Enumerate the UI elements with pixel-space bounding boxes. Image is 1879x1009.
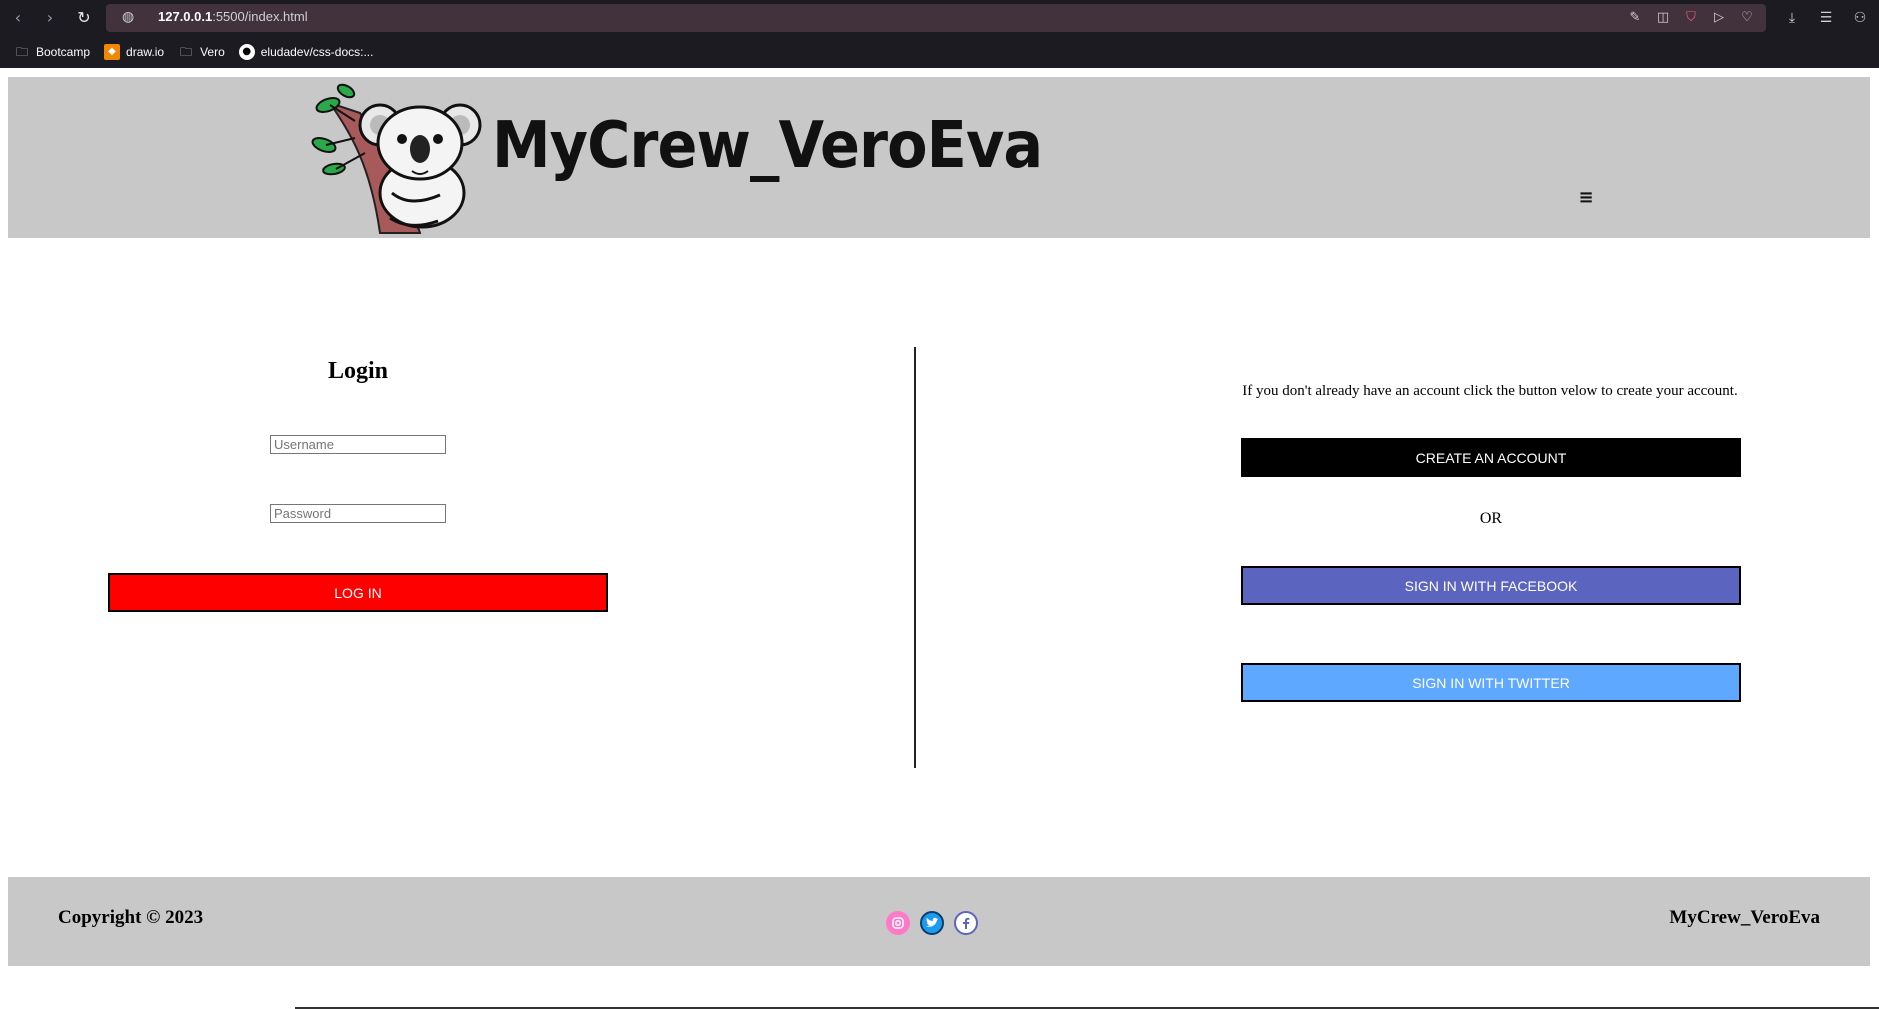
globe-icon: ◍ — [122, 9, 135, 25]
send-icon[interactable]: ▷ — [1710, 8, 1728, 28]
instagram-icon[interactable] — [886, 911, 910, 935]
github-icon: ● — [238, 44, 255, 60]
edit-icon[interactable]: ✎ — [1626, 8, 1644, 28]
menu-lines-icon[interactable]: ☰ — [1817, 8, 1835, 28]
twitter-signin-button[interactable]: SIGN IN WITH TWITTER — [1241, 663, 1741, 702]
create-account-info: If you don't already have an account cli… — [1242, 383, 1738, 399]
koala-on-tree-icon — [311, 83, 482, 234]
facebook-icon[interactable] — [954, 911, 978, 935]
column-divider — [914, 347, 916, 768]
bookmark-drawio[interactable]: ◆ draw.io — [104, 44, 164, 60]
login-title: Login — [327, 358, 389, 384]
download-icon[interactable]: ⤓ — [1783, 8, 1801, 28]
bookmark-css-docs[interactable]: ● eludadev/css-docs:... — [238, 44, 373, 60]
folder-icon: 🗀 — [180, 45, 193, 59]
username-input[interactable] — [270, 435, 446, 454]
url-actions: ✎ ◫ ⛉ ▷ ♡ — [1626, 8, 1756, 28]
reload-icon[interactable]: ↻ — [74, 8, 94, 28]
page-viewport: MyCrew_VeroEva ≡ Login LOG IN If you don… — [0, 68, 1879, 1009]
login-button[interactable]: LOG IN — [108, 573, 608, 612]
back-icon[interactable]: ‹ — [8, 8, 28, 28]
site-brand-title: MyCrew_VeroEva — [492, 109, 1043, 183]
social-links — [886, 911, 978, 935]
bookmarks-bar: 🗀 Bootcamp ◆ draw.io 🗀 Vero ● eludadev/c… — [0, 36, 1879, 68]
drawio-icon: ◆ — [104, 44, 121, 60]
copyright-text: Copyright © 2023 — [58, 907, 204, 928]
create-account-button[interactable]: CREATE AN ACCOUNT — [1241, 438, 1741, 477]
browser-toolbar: ‹ › ↻ ◍ 127.0.0.1:5500/index.html ✎ ◫ ⛉ … — [0, 0, 1879, 36]
address-bar[interactable]: ◍ 127.0.0.1:5500/index.html ✎ ◫ ⛉ ▷ ♡ — [106, 4, 1766, 32]
or-separator: OR — [1479, 510, 1503, 527]
pocket-icon[interactable]: ⛉ — [1682, 8, 1700, 28]
bookmark-bootcamp[interactable]: 🗀 Bootcamp — [14, 44, 90, 60]
folder-icon: 🗀 — [15, 45, 28, 59]
toolbar-right: ⤓ ☰ ⚇ — [1783, 8, 1869, 28]
forward-icon[interactable]: › — [40, 8, 60, 28]
site-header: MyCrew_VeroEva ≡ — [8, 77, 1870, 238]
site-footer: Copyright © 2023 MyCrew_VeroEva — [8, 877, 1870, 966]
url-text[interactable]: 127.0.0.1:5500/index.html — [158, 9, 308, 24]
screenshot-icon[interactable]: ◫ — [1654, 8, 1672, 28]
account-icon[interactable]: ⚇ — [1851, 8, 1869, 28]
heart-icon[interactable]: ♡ — [1738, 8, 1756, 28]
facebook-signin-button[interactable]: SIGN IN WITH FACEBOOK — [1241, 566, 1741, 605]
footer-brand: MyCrew_VeroEva — [1669, 907, 1820, 928]
hamburger-menu-icon[interactable]: ≡ — [1572, 187, 1600, 209]
bookmark-vero[interactable]: 🗀 Vero — [178, 44, 225, 60]
password-input[interactable] — [270, 504, 446, 523]
twitter-icon[interactable] — [920, 911, 944, 935]
